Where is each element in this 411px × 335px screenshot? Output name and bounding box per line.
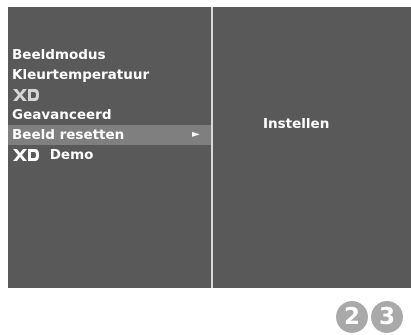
menu-item-xd-demo[interactable]: Demo	[8, 145, 211, 165]
submenu-panel: Instellen	[213, 7, 411, 288]
menu-item-beeld-resetten[interactable]: Beeld resetten ►	[8, 125, 211, 145]
menu-item-label: Kleurtemperatuur	[12, 67, 150, 83]
submenu-item-instellen[interactable]: Instellen	[263, 116, 329, 132]
menu-item-label: Geavanceerd	[12, 107, 112, 123]
menu-item-label: Beeldmodus	[12, 47, 106, 63]
menu-item-beeldmodus[interactable]: Beeldmodus	[8, 45, 211, 65]
menu-item-geavanceerd[interactable]: Geavanceerd	[8, 105, 211, 125]
menu-item-xd[interactable]	[8, 85, 211, 105]
picture-menu: Beeldmodus Kleurtemperatuur Geavanceerd …	[8, 45, 211, 165]
xd-logo-icon	[13, 89, 39, 101]
menu-item-kleurtemperatuur[interactable]: Kleurtemperatuur	[8, 65, 211, 85]
tv-menu-screen: Beeldmodus Kleurtemperatuur Geavanceerd …	[8, 7, 411, 288]
submenu-arrow-icon: ►	[192, 129, 200, 140]
xd-logo-icon	[13, 149, 39, 161]
step-badge-3: 3	[371, 301, 403, 333]
main-menu-panel: Beeldmodus Kleurtemperatuur Geavanceerd …	[8, 7, 213, 288]
step-badge-2: 2	[336, 301, 368, 333]
menu-item-label: Demo	[49, 147, 94, 163]
menu-item-label: Beeld resetten	[12, 127, 125, 143]
